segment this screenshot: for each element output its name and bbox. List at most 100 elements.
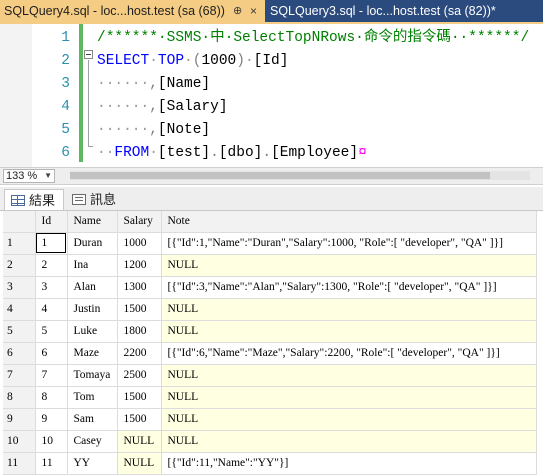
pin-icon[interactable]: ⊕ xyxy=(233,0,242,22)
table-cell[interactable]: NULL xyxy=(161,298,537,321)
table-cell[interactable]: NULL xyxy=(161,386,537,409)
table-cell[interactable]: Justin xyxy=(67,298,118,321)
zoom-select[interactable]: 133 % ▼ xyxy=(3,169,55,183)
table-cell[interactable]: Maze xyxy=(67,342,118,365)
tab-sqlquery3[interactable]: SQLQuery3.sql - loc...host.test (sa (82)… xyxy=(266,0,496,22)
table-cell[interactable]: 1 xyxy=(35,232,68,255)
line-number: 6 xyxy=(61,145,70,161)
code-token: , xyxy=(149,122,158,138)
table-cell[interactable]: 1300 xyxy=(117,276,162,299)
table-cell[interactable]: Alan xyxy=(67,276,118,299)
table-cell[interactable]: NULL xyxy=(161,320,537,343)
table-cell[interactable]: 2200 xyxy=(117,342,162,365)
row-number[interactable]: 2 xyxy=(3,254,36,277)
table-cell[interactable]: Duran xyxy=(67,232,118,255)
outline-end xyxy=(88,146,93,147)
table-row[interactable]: 6 6 Maze 2200 [{"Id":6,"Name":"Maze","Salary… xyxy=(3,342,537,365)
column-header[interactable]: Salary xyxy=(117,211,162,233)
column-header[interactable]: Id xyxy=(35,211,68,233)
table-cell[interactable]: NULL xyxy=(161,364,537,387)
row-number[interactable]: 3 xyxy=(3,276,36,299)
table-cell[interactable]: Ina xyxy=(67,254,118,277)
table-cell[interactable]: 1500 xyxy=(117,408,162,431)
table-cell[interactable]: 1000 xyxy=(117,232,162,255)
table-cell[interactable]: 1500 xyxy=(117,298,162,321)
table-row[interactable]: 5 5 Luke 1800 NULL xyxy=(3,320,537,343)
close-icon[interactable]: × xyxy=(250,0,257,22)
table-cell[interactable]: NULL xyxy=(161,430,537,453)
tab-results[interactable]: 結果 xyxy=(4,189,64,210)
row-number[interactable]: 10 xyxy=(3,430,36,453)
table-cell[interactable]: 10 xyxy=(35,430,68,453)
table-cell[interactable]: [{"Id":6,"Name":"Maze","Salary":2200, "R… xyxy=(161,342,537,365)
table-cell[interactable]: Sam xyxy=(67,408,118,431)
table-row[interactable]: 9 9 Sam 1500 NULL xyxy=(3,408,537,431)
collapse-icon[interactable] xyxy=(84,50,93,59)
table-cell[interactable]: Tomaya xyxy=(67,364,118,387)
code-token: , xyxy=(149,76,158,92)
row-number[interactable]: 11 xyxy=(3,452,36,475)
row-number[interactable]: 8 xyxy=(3,386,36,409)
corner-cell[interactable] xyxy=(3,211,36,233)
table-cell[interactable]: 9 xyxy=(35,408,68,431)
message-icon xyxy=(72,194,86,205)
table-row[interactable]: 7 7 Tomaya 2500 NULL xyxy=(3,364,537,387)
change-tracking-bar xyxy=(79,24,83,162)
table-cell[interactable]: 1800 xyxy=(117,320,162,343)
table-cell[interactable]: 5 xyxy=(35,320,68,343)
code-text: ······,[Note] xyxy=(97,119,210,142)
scrollbar-thumb[interactable] xyxy=(70,172,490,179)
table-cell[interactable]: 7 xyxy=(35,364,68,387)
table-cell[interactable]: NULL xyxy=(161,254,537,277)
table-row[interactable]: 11 11 YY NULL [{"Id":11,"Name":"YY"}] xyxy=(3,452,537,475)
tab-messages-label: 訊息 xyxy=(90,192,117,207)
row-number[interactable]: 4 xyxy=(3,298,36,321)
row-number[interactable]: 5 xyxy=(3,320,36,343)
table-cell[interactable]: YY xyxy=(67,452,118,475)
table-cell[interactable]: 1200 xyxy=(117,254,162,277)
table-cell[interactable]: NULL xyxy=(117,430,162,453)
tab-sqlquery4[interactable]: SQLQuery4.sql - loc...host.test (sa (68)… xyxy=(0,0,265,22)
column-header[interactable]: Note xyxy=(161,211,537,233)
table-row[interactable]: 10 10 Casey NULL NULL xyxy=(3,430,537,453)
table-cell[interactable]: 4 xyxy=(35,298,68,321)
table-row[interactable]: 3 3 Alan 1300 [{"Id":3,"Name":"Alan","Salary… xyxy=(3,276,537,299)
code-text: ··FROM·[test].[dbo].[Employee]¤ xyxy=(97,142,367,165)
table-cell[interactable]: Casey xyxy=(67,430,118,453)
table-cell[interactable]: 8 xyxy=(35,386,68,409)
table-cell[interactable]: 2 xyxy=(35,254,68,277)
query-editor[interactable]: 1 /******·SSMS·中·SelectTopNRows·命令的指令碼··*… xyxy=(0,24,543,167)
table-cell[interactable]: [{"Id":11,"Name":"YY"}] xyxy=(161,452,537,475)
tab-messages[interactable]: 訊息 xyxy=(66,189,122,210)
table-cell[interactable]: [{"Id":1,"Name":"Duran","Salary":1000, "… xyxy=(161,232,537,255)
code-token: . xyxy=(210,145,219,161)
row-number[interactable]: 6 xyxy=(3,342,36,365)
table-row[interactable]: 2 2 Ina 1200 NULL xyxy=(3,254,537,277)
line-number: 1 xyxy=(61,30,70,46)
table-cell[interactable]: NULL xyxy=(117,452,162,475)
horizontal-scrollbar[interactable] xyxy=(70,171,530,180)
table-cell[interactable]: 2500 xyxy=(117,364,162,387)
table-cell[interactable]: 3 xyxy=(35,276,68,299)
table-cell[interactable]: 6 xyxy=(35,342,68,365)
code-token: [Note] xyxy=(157,122,211,138)
table-row[interactable]: 4 4 Justin 1500 NULL xyxy=(3,298,537,321)
table-cell[interactable]: 1500 xyxy=(117,386,162,409)
table-row[interactable]: 1 1 Duran 1000 [{"Id":1,"Name":"Duran","Sala… xyxy=(3,232,537,255)
table-cell[interactable]: [{"Id":3,"Name":"Alan","Salary":1300, "R… xyxy=(161,276,537,299)
table-cell[interactable]: 11 xyxy=(35,452,68,475)
column-header[interactable]: Name xyxy=(67,211,118,233)
table-cell[interactable]: NULL xyxy=(161,408,537,431)
row-number[interactable]: 1 xyxy=(3,232,36,255)
table-cell[interactable]: Tom xyxy=(67,386,118,409)
table-cell[interactable]: Luke xyxy=(67,320,118,343)
row-number[interactable]: 9 xyxy=(3,408,36,431)
code-token: ¤ xyxy=(358,145,367,161)
code-text: ······,[Salary] xyxy=(97,96,228,119)
document-tab-strip: SQLQuery4.sql - loc...host.test (sa (68)… xyxy=(0,0,543,22)
code-token: [dbo] xyxy=(218,145,263,161)
row-number[interactable]: 7 xyxy=(3,364,36,387)
code-text: ······,[Name] xyxy=(97,73,210,96)
code-token: ······ xyxy=(97,99,150,115)
table-row[interactable]: 8 8 Tom 1500 NULL xyxy=(3,386,537,409)
